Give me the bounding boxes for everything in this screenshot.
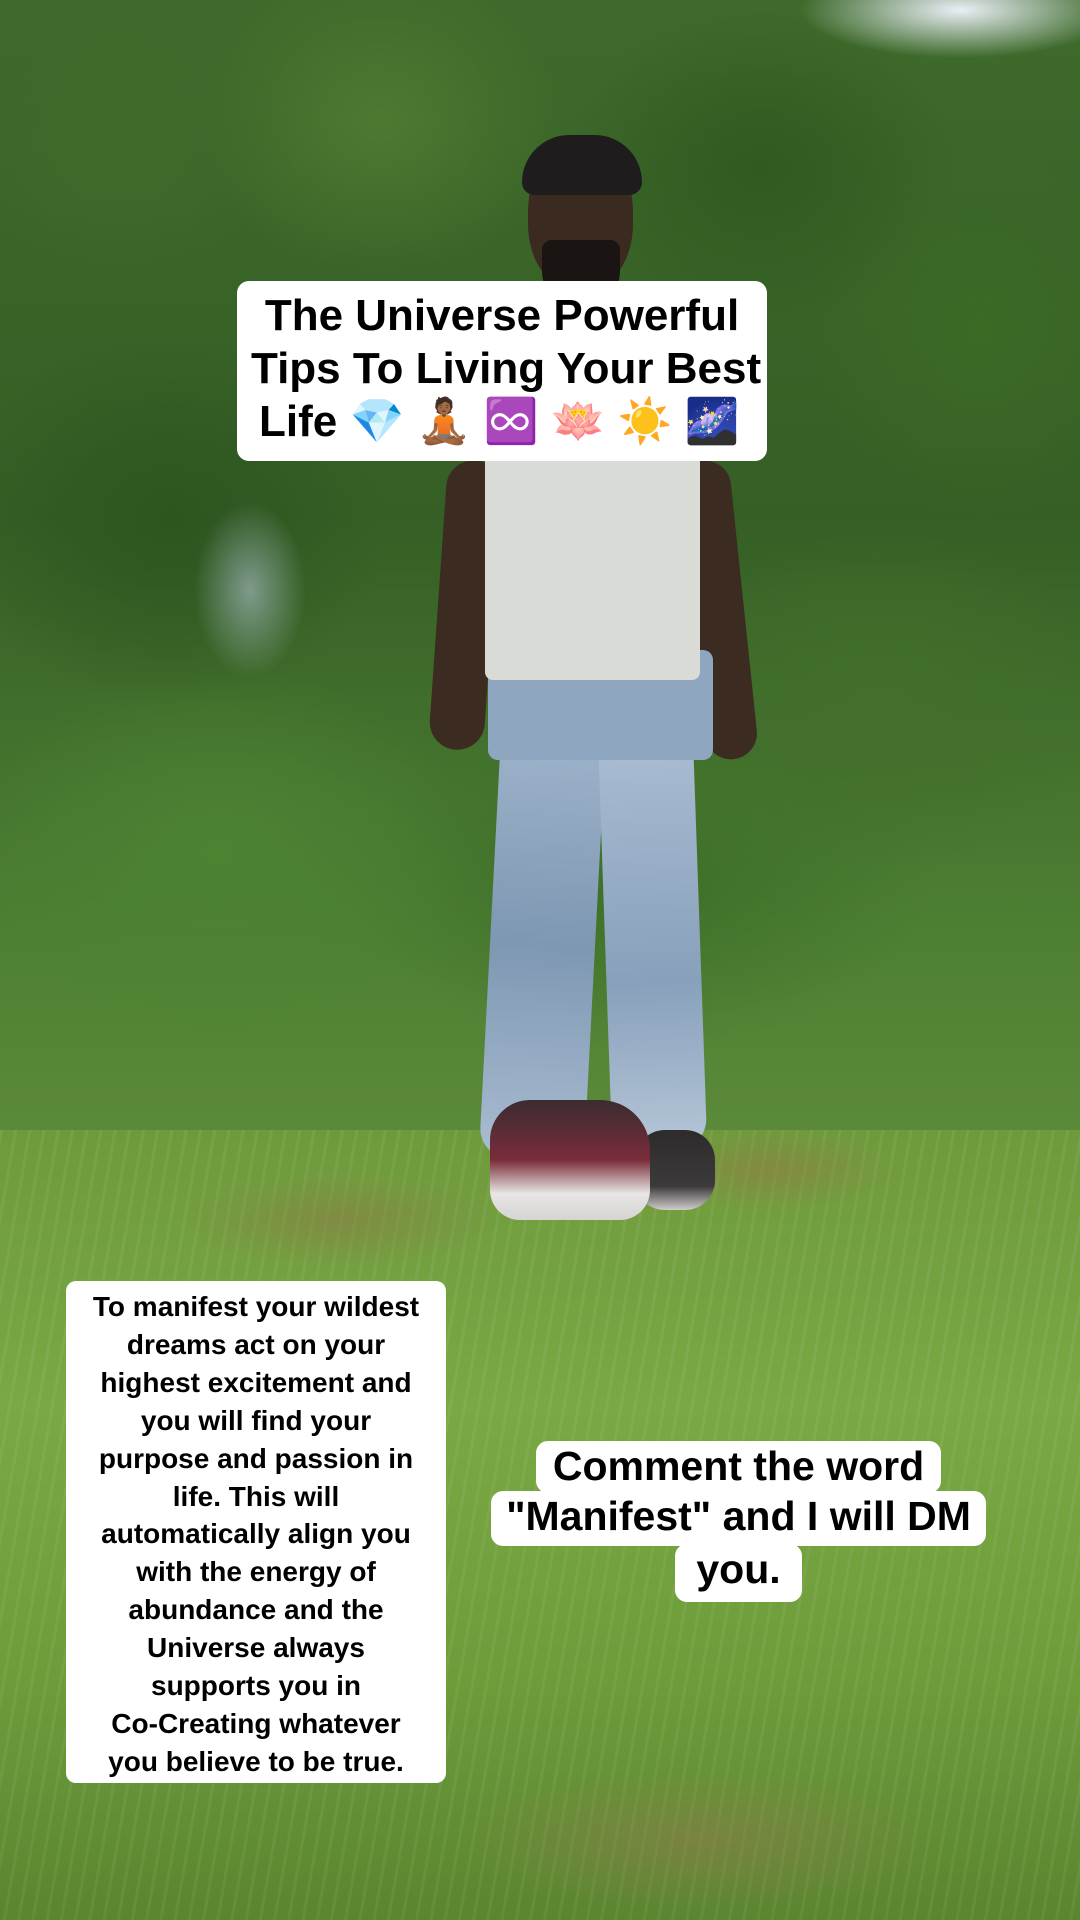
left-leg — [478, 727, 607, 1163]
cta-caption-line: you. — [675, 1544, 802, 1602]
tips-line: with the energy of — [136, 1556, 376, 1588]
tips-line: you believe to be true. — [108, 1745, 404, 1777]
head-wrap — [522, 135, 642, 195]
left-shoe — [490, 1100, 650, 1220]
tips-line: Universe always — [147, 1632, 365, 1664]
tips-line: To manifest your wildest — [92, 1291, 420, 1322]
tips-line: Co-Creating whatever — [111, 1707, 401, 1739]
title-line: Life 💎 🧘🏾 ♾️ 🪷 ☀️ 🌌 — [259, 397, 740, 446]
sky-patch — [150, 480, 350, 700]
tips-line: abundance and the — [128, 1594, 384, 1626]
title-line: The Universe Powerful — [264, 291, 740, 340]
cta-caption-line: "Manifest" and I will DM — [491, 1491, 986, 1546]
tips-line: highest excitement and — [100, 1366, 412, 1398]
tips-line: supports you in — [151, 1670, 361, 1702]
tips-line: life. This will — [172, 1480, 340, 1512]
white-shirt — [485, 430, 700, 680]
tips-line: you will find your — [140, 1404, 372, 1436]
tips-line: dreams act on your — [126, 1328, 386, 1360]
right-leg — [597, 728, 708, 1152]
title-line: Tips To Living Your Best — [251, 344, 762, 393]
cta-caption-line: Comment the word — [536, 1441, 941, 1493]
tips-caption: To manifest your wildest dreams act on y… — [66, 1281, 446, 1783]
tips-line: purpose and passion in — [98, 1442, 414, 1474]
title-caption: The Universe Powerful Tips To Living You… — [237, 281, 767, 461]
tips-line: automatically align you — [101, 1518, 411, 1550]
sky-patch — [720, 0, 1080, 70]
